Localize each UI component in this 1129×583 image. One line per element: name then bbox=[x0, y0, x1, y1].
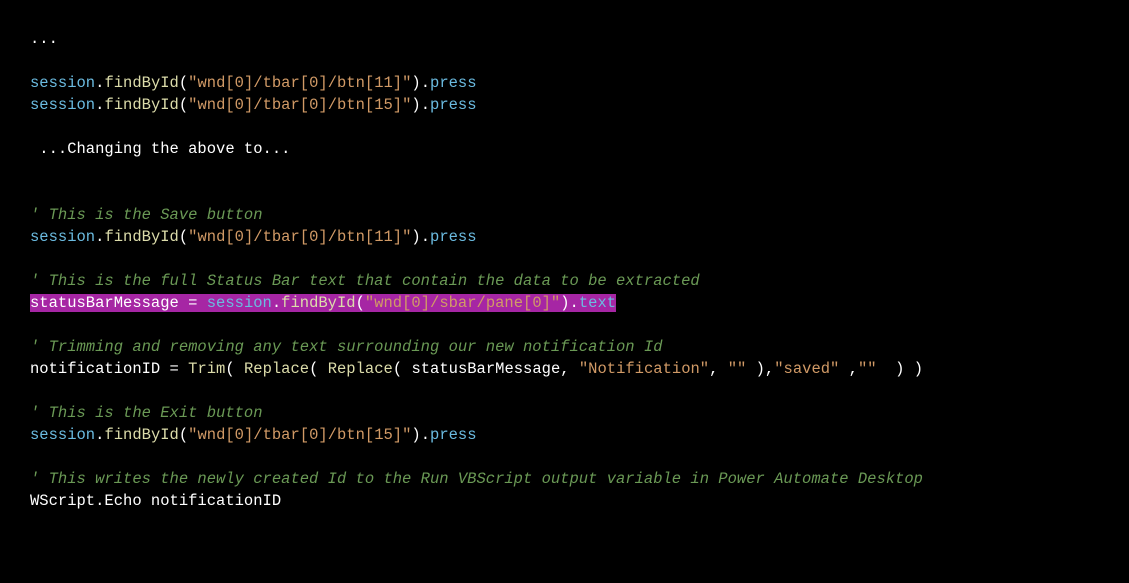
token-variable: notificationID bbox=[30, 360, 160, 378]
token-function: Replace bbox=[328, 360, 393, 378]
comment-wscript: ' This writes the newly created Id to th… bbox=[30, 470, 923, 488]
comment-statusbar: ' This is the full Status Bar text that … bbox=[30, 272, 700, 290]
token-string: "wnd[0]/sbar/pane[0]" bbox=[365, 294, 560, 312]
code-line-press-15a: session.findById("wnd[0]/tbar[0]/btn[15]… bbox=[30, 96, 477, 114]
token-variable: statusBarMessage bbox=[411, 360, 560, 378]
token-method: findById bbox=[104, 426, 178, 444]
code-block: ... session.findById("wnd[0]/tbar[0]/btn… bbox=[0, 0, 1129, 540]
ellipsis-line: ... bbox=[30, 30, 58, 48]
token-string: "saved" bbox=[774, 360, 839, 378]
comment-trimming: ' Trimming and removing any text surroun… bbox=[30, 338, 663, 356]
code-line-press-11a: session.findById("wnd[0]/tbar[0]/btn[11]… bbox=[30, 74, 477, 92]
token-variable: statusBarMessage bbox=[30, 294, 179, 312]
token-method: findById bbox=[281, 294, 355, 312]
token-function: Replace bbox=[244, 360, 309, 378]
comment-exit: ' This is the Exit button bbox=[30, 404, 263, 422]
token-property: press bbox=[430, 74, 477, 92]
token-object: session bbox=[30, 426, 95, 444]
token-string: "" bbox=[858, 360, 877, 378]
highlighted-statusbar-line: statusBarMessage = session.findById("wnd… bbox=[30, 294, 616, 312]
token-method: findById bbox=[104, 228, 178, 246]
code-line-wscript: WScript.Echo notificationID bbox=[30, 492, 281, 510]
token-property: press bbox=[430, 96, 477, 114]
token-object: session bbox=[30, 74, 95, 92]
token-equals: = bbox=[179, 294, 207, 312]
token-function: Trim bbox=[188, 360, 225, 378]
token-property: press bbox=[430, 228, 477, 246]
token-string: "wnd[0]/tbar[0]/btn[15]" bbox=[188, 426, 411, 444]
token-method: findById bbox=[104, 74, 178, 92]
token-string: "" bbox=[728, 360, 747, 378]
token-property: text bbox=[579, 294, 616, 312]
code-line-press-11b: session.findById("wnd[0]/tbar[0]/btn[11]… bbox=[30, 228, 477, 246]
token-string: "Notification" bbox=[579, 360, 709, 378]
code-line-trim-replace: notificationID = Trim( Replace( Replace(… bbox=[30, 360, 923, 378]
token-string: "wnd[0]/tbar[0]/btn[11]" bbox=[188, 228, 411, 246]
token-string: "wnd[0]/tbar[0]/btn[11]" bbox=[188, 74, 411, 92]
token-method: findById bbox=[104, 96, 178, 114]
token-equals: = bbox=[160, 360, 188, 378]
comment-save: ' This is the Save button bbox=[30, 206, 263, 224]
token-object: session bbox=[207, 294, 272, 312]
token-property: press bbox=[430, 426, 477, 444]
code-line-press-15b: session.findById("wnd[0]/tbar[0]/btn[15]… bbox=[30, 426, 477, 444]
token-string: "wnd[0]/tbar[0]/btn[15]" bbox=[188, 96, 411, 114]
token-object: session bbox=[30, 228, 95, 246]
changing-line: ...Changing the above to... bbox=[30, 140, 290, 158]
token-object: session bbox=[30, 96, 95, 114]
